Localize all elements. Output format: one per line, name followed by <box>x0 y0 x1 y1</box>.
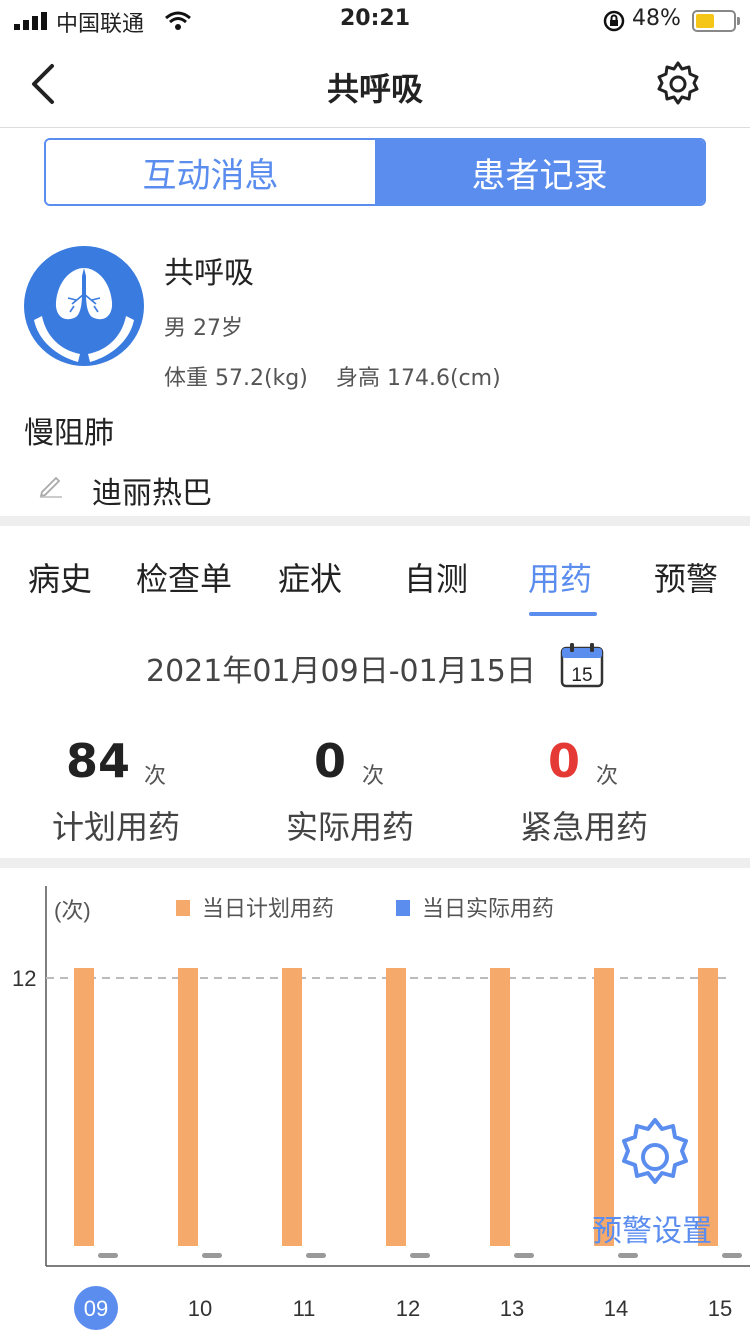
planned-label: 计划用药 <box>52 808 181 846</box>
avatar <box>24 246 144 366</box>
tab-medication[interactable]: 用药 <box>528 554 592 600</box>
battery-percent: 48% <box>632 6 681 31</box>
patient-weight: 体重 57.2(kg) <box>164 366 308 391</box>
patient-name: 共呼吸 <box>164 256 254 291</box>
bar-actual <box>410 1253 430 1258</box>
y-tick-label: 12 <box>12 966 36 991</box>
status-bar: 中国联通 20:21 48% <box>0 0 750 42</box>
date-range: 2021年01月09日-01月15日 <box>146 654 536 689</box>
tab-symptoms[interactable]: 症状 <box>278 554 342 600</box>
x-tick-label: 13 <box>500 1296 524 1321</box>
section-divider <box>0 858 750 868</box>
bar-planned <box>490 968 510 1246</box>
nav-bar: 共呼吸 <box>0 42 750 128</box>
x-tick-label: 10 <box>188 1296 212 1321</box>
x-tick-label: 14 <box>604 1296 628 1321</box>
record-tabs: 病史 检查单 症状 自测 用药 预警 <box>0 540 750 620</box>
planned-unit: 次 <box>144 764 167 789</box>
bar-planned <box>698 968 718 1246</box>
actual-label: 实际用药 <box>286 808 415 846</box>
patient-diagnosis: 慢阻肺 <box>24 416 114 451</box>
legend-swatch <box>176 900 190 916</box>
warning-settings-button[interactable]: 预警设置 <box>592 1206 712 1250</box>
bar-actual <box>722 1253 742 1258</box>
page-title: 共呼吸 <box>326 70 423 108</box>
gear-icon[interactable] <box>654 60 702 108</box>
bar-actual <box>618 1253 638 1258</box>
tab-warning[interactable]: 预警 <box>654 554 718 600</box>
segment-interactive-messages[interactable]: 互动消息 <box>46 140 375 204</box>
rotation-lock-icon <box>603 10 625 32</box>
bar-actual <box>514 1253 534 1258</box>
calendar-day: 15 <box>571 665 592 686</box>
x-tick-label: 09 <box>84 1296 108 1321</box>
bar-planned <box>74 968 94 1246</box>
patient-sex-age: 男 27岁 <box>164 316 243 341</box>
x-tick-label: 15 <box>708 1296 732 1321</box>
bar-actual <box>306 1253 326 1258</box>
x-tick-label: 11 <box>293 1296 316 1321</box>
bar-planned <box>282 968 302 1246</box>
emergency-unit: 次 <box>596 764 619 789</box>
emergency-count: 0 <box>548 734 581 788</box>
medication-bar-chart: (次) 12 当日计划用药 当日实际用药 09 10 11 12 13 14 15 <box>12 886 750 1330</box>
battery-icon <box>692 10 740 32</box>
doctor-name[interactable]: 迪丽热巴 <box>92 468 212 512</box>
x-tick-label: 12 <box>396 1296 420 1321</box>
legend-label: 当日实际用药 <box>422 896 554 921</box>
pencil-icon[interactable] <box>38 472 64 498</box>
tab-self-test[interactable]: 自测 <box>404 554 468 600</box>
legend-label: 当日计划用药 <box>202 896 334 921</box>
patient-height: 身高 174.6(cm) <box>336 366 501 391</box>
calendar-icon[interactable]: 15 <box>560 642 604 688</box>
bar-planned <box>386 968 406 1246</box>
legend-swatch <box>396 900 410 916</box>
actual-count: 0 <box>314 734 347 788</box>
bar-actual <box>202 1253 222 1258</box>
segment-patient-records[interactable]: 患者记录 <box>375 140 704 204</box>
tab-exam-reports[interactable]: 检查单 <box>136 554 232 600</box>
bar-planned <box>594 968 614 1246</box>
bar-actual <box>98 1253 118 1258</box>
segmented-control: 互动消息 患者记录 <box>44 138 706 206</box>
y-axis-label: (次) <box>54 898 91 923</box>
warning-settings-gear-icon[interactable] <box>614 1116 696 1198</box>
actual-unit: 次 <box>362 764 385 789</box>
tab-active-indicator <box>529 612 597 616</box>
emergency-label: 紧急用药 <box>520 808 649 846</box>
tab-history[interactable]: 病史 <box>28 554 92 600</box>
planned-count: 84 <box>66 734 131 788</box>
section-divider <box>0 516 750 526</box>
bar-planned <box>178 968 198 1246</box>
